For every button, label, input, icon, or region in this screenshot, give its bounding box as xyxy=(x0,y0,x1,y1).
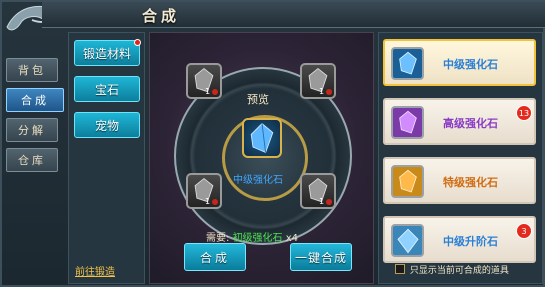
tab-warehouse[interactable]: 仓库 xyxy=(6,148,58,172)
filter-label: 只显示当前可合成的道具 xyxy=(409,266,509,276)
window-title: 合成 xyxy=(142,7,181,25)
category-gems[interactable]: 宝石 xyxy=(74,76,140,102)
notice-dot-icon xyxy=(134,39,141,46)
tab-decompose[interactable]: 分解 xyxy=(6,118,58,142)
slot-count: 1 xyxy=(205,197,211,206)
category-label: 锻造材料 xyxy=(82,47,131,61)
recipe-card[interactable]: 中级强化石 xyxy=(383,39,536,86)
result-name: 中级强化石 xyxy=(233,175,283,186)
tab-backpack[interactable]: 背包 xyxy=(6,58,58,82)
combine-button[interactable]: 合成 xyxy=(184,243,246,271)
blue-crystal-icon xyxy=(391,224,424,257)
input-slot[interactable]: 1 xyxy=(300,63,336,99)
lock-dot-icon xyxy=(212,199,218,205)
filter-option[interactable]: 只显示当前可合成的道具 xyxy=(395,263,509,276)
recipe-name: 特级强化石 xyxy=(443,176,498,189)
category-pets[interactable]: 宠物 xyxy=(74,112,140,138)
count-badge: 13 xyxy=(516,105,532,121)
orange-gem-icon xyxy=(391,165,424,198)
lock-dot-icon xyxy=(326,199,332,205)
input-slot[interactable]: 1 xyxy=(186,173,222,209)
count-badge: 3 xyxy=(516,223,532,239)
combine-all-button[interactable]: 一键合成 xyxy=(290,243,352,271)
recipe-list-panel: 中级强化石 高级强化石 13 特级强化石 中级升阶石 3 只显示当前可合成的道具 xyxy=(378,32,543,284)
category-panel: 锻造材料 宝石 宠物 前往锻造 xyxy=(68,32,145,284)
requirement-line: 需要: 初级强化石 x4 xyxy=(206,229,298,244)
synthesis-preview-panel: 预览 中级强化石 1 1 1 1 需要: 初级强化石 x4 合成 一键合成 xyxy=(149,32,374,284)
recipe-name: 中级强化石 xyxy=(443,58,498,71)
purple-gem-icon xyxy=(391,106,424,139)
sidebar: 背包 合成 分解 仓库 xyxy=(2,32,64,282)
category-forging-materials[interactable]: 锻造材料 xyxy=(74,39,141,66)
slot-count: 1 xyxy=(319,197,325,206)
title-bar: 合成 xyxy=(42,2,545,28)
recipe-card[interactable]: 高级强化石 13 xyxy=(383,98,536,145)
slot-count: 1 xyxy=(205,87,211,96)
lock-dot-icon xyxy=(326,89,332,95)
tab-synthesis[interactable]: 合成 xyxy=(6,88,64,112)
blue-gem-icon xyxy=(391,47,424,80)
slot-count: 1 xyxy=(319,87,325,96)
lock-dot-icon xyxy=(212,89,218,95)
input-slot[interactable]: 1 xyxy=(300,173,336,209)
go-forge-link[interactable]: 前往锻造 xyxy=(75,263,115,278)
input-slot[interactable]: 1 xyxy=(186,63,222,99)
synthesis-window: 合成 背包 合成 分解 仓库 锻造材料 宝石 宠物 前往锻造 预览 中级强化石 xyxy=(0,0,545,287)
recipe-card[interactable]: 中级升阶石 3 xyxy=(383,216,536,263)
recipe-name: 中级升阶石 xyxy=(443,235,498,248)
recipe-name: 高级强化石 xyxy=(443,117,498,130)
recipe-card[interactable]: 特级强化石 xyxy=(383,157,536,204)
filter-checkbox[interactable] xyxy=(395,264,405,274)
preview-label: 预览 xyxy=(247,93,269,106)
result-gem-icon xyxy=(242,118,282,158)
